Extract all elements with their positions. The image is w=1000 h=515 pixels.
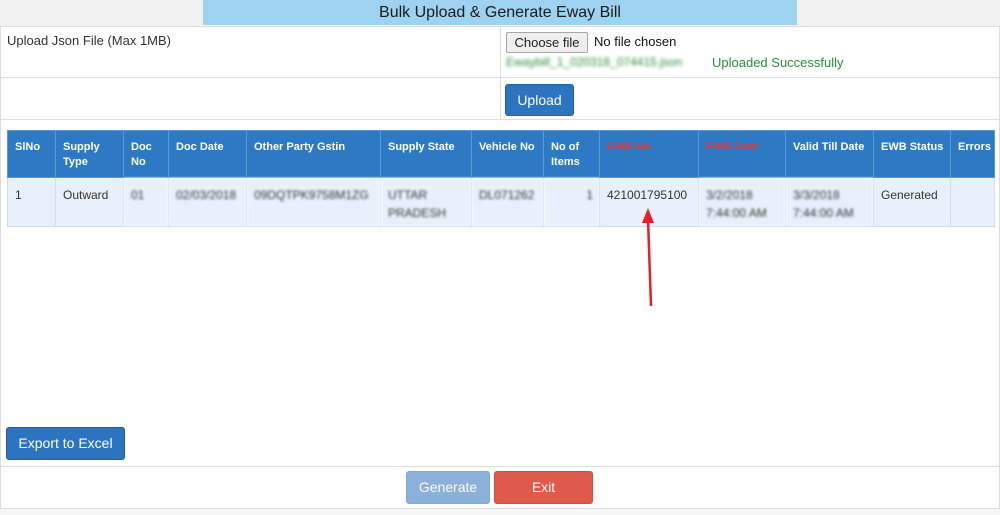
cell-valid-till-date: 3/3/2018 7:44:00 AM [785,177,874,227]
column-header-supply-state: Supply State [380,130,472,178]
column-header-ewb-date: EWB Date [698,130,786,178]
annotation-arrow-icon [642,208,654,307]
uploaded-file-name: Ewaybill_1_020318_074415.json [506,55,683,69]
column-header-ewb-no: EWB No [599,130,699,178]
column-header-vehicle-no: Vehicle No [471,130,544,178]
file-status-text: No file chosen [594,34,677,49]
upload-success-message: Uploaded Successfully [712,55,844,70]
cell-other-party-gstin: 09DQTPK9758M1ZG [246,177,381,227]
choose-file-button[interactable]: Choose file [506,32,588,53]
cell-doc-no: 01 [123,177,169,227]
table-header-row: SlNo Supply Type Doc No Doc Date Other P… [7,130,995,178]
upload-button[interactable]: Upload [505,84,574,116]
column-header-ewb-status: EWB Status [873,130,951,178]
column-header-valid-till-date: Valid Till Date [785,130,874,178]
generate-button[interactable]: Generate [406,471,490,504]
column-header-doc-no: Doc No [123,130,169,178]
column-header-slno: SlNo [7,130,56,178]
cell-doc-date: 02/03/2018 [168,177,247,227]
column-header-doc-date: Doc Date [168,130,247,178]
column-header-no-of-items: No of Items [543,130,600,178]
export-to-excel-button[interactable]: Export to Excel [6,427,125,460]
cell-vehicle-no: DL071262 [471,177,544,227]
cell-errors [950,177,995,227]
column-header-errors: Errors [950,130,995,178]
title-strip: Bulk Upload & Generate Eway Bill [0,0,1000,26]
footer-bottom-edge [0,508,1000,515]
eway-bill-table: SlNo Supply Type Doc No Doc Date Other P… [7,130,995,227]
upload-label: Upload Json File (Max 1MB) [7,33,171,48]
exit-button[interactable]: Exit [494,471,593,504]
page-title: Bulk Upload & Generate Eway Bill [203,0,797,25]
table-row: 1 Outward 01 02/03/2018 09DQTPK9758M1ZG … [7,177,995,227]
column-header-supply-type: Supply Type [55,130,124,178]
cell-ewb-status: Generated [873,177,951,227]
upload-button-row [0,78,1000,120]
cell-slno: 1 [7,177,56,227]
cell-no-of-items: 1 [543,177,600,227]
cell-supply-state: UTTAR PRADESH [380,177,472,227]
column-header-other-party-gstin: Other Party Gstin [246,130,381,178]
cell-supply-type: Outward [55,177,124,227]
cell-ewb-date: 3/2/2018 7:44:00 AM [698,177,786,227]
footer-divider [0,466,1000,467]
